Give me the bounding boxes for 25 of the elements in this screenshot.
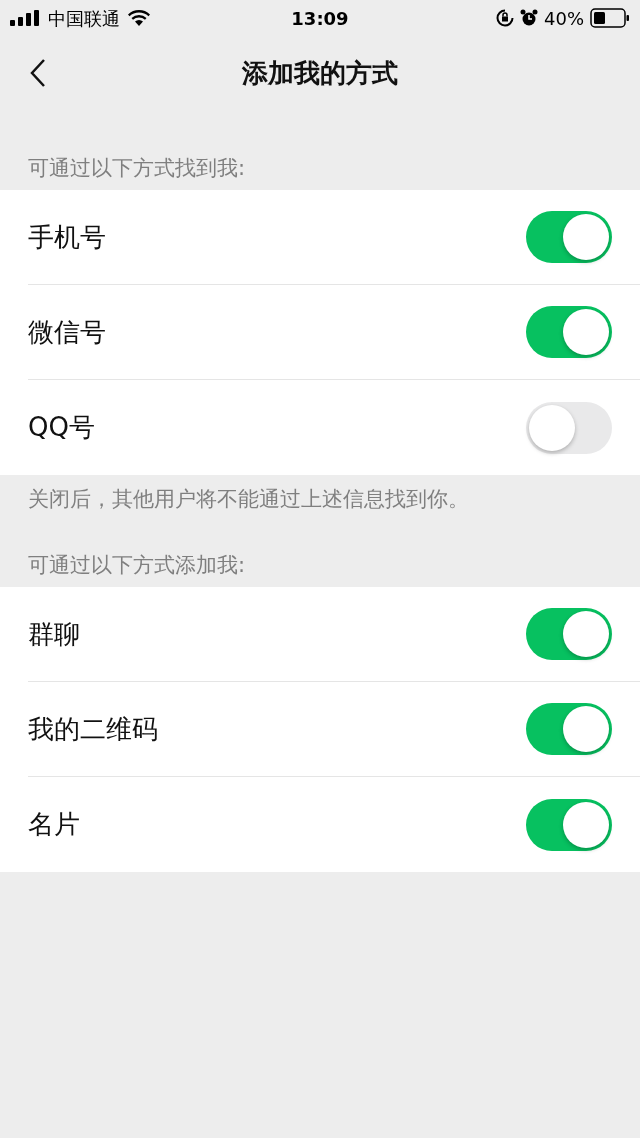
carrier-name: 中国联通 bbox=[48, 6, 120, 31]
battery-percent: 40% bbox=[544, 6, 584, 31]
back-chevron-icon bbox=[30, 58, 46, 88]
toggle-switch[interactable] bbox=[526, 798, 612, 851]
battery-icon bbox=[590, 8, 630, 28]
setting-label: 群聊 bbox=[28, 617, 81, 651]
alarm-icon bbox=[520, 9, 538, 27]
clock-time: 13:09 bbox=[290, 6, 350, 31]
wifi-icon bbox=[128, 10, 150, 26]
setting-label: 我的二维码 bbox=[28, 712, 159, 746]
toggle-switch[interactable] bbox=[526, 401, 612, 454]
section-header: 可通过以下方式添加我: bbox=[28, 552, 246, 580]
setting-label: 手机号 bbox=[28, 220, 107, 254]
rotation-lock-icon bbox=[496, 9, 514, 27]
toggle-switch[interactable] bbox=[526, 703, 612, 755]
setting-label: QQ号 bbox=[28, 411, 96, 444]
page-title: 添加我的方式 bbox=[242, 56, 398, 90]
toggle-switch[interactable] bbox=[526, 211, 612, 263]
signal-icon bbox=[10, 10, 40, 26]
section-footer: 关闭后，其他用户将不能通过上述信息找到你。 bbox=[28, 484, 469, 516]
setting-label: 名片 bbox=[28, 808, 81, 841]
toggle-switch[interactable] bbox=[526, 306, 612, 358]
section-header: 可通过以下方式找到我: bbox=[28, 155, 246, 183]
toggle-switch[interactable] bbox=[526, 608, 612, 660]
setting-label: 微信号 bbox=[28, 315, 107, 349]
